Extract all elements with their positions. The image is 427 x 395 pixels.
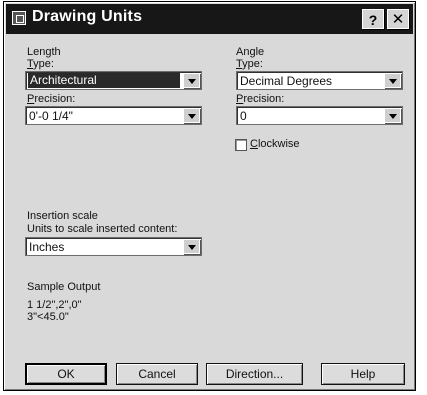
clockwise-checkbox[interactable] [235, 139, 247, 151]
length-precision-value: 0'-0 1/4" [29, 109, 73, 123]
length-type-label: Type: [27, 58, 54, 70]
length-group-label: Length [27, 46, 61, 58]
insertion-units-value: Inches [29, 240, 65, 254]
ok-button-label: OK [57, 367, 75, 381]
cancel-button[interactable]: Cancel [116, 363, 198, 385]
chevron-down-icon[interactable] [384, 73, 401, 88]
sample-output-line-2: 3"<45.0" [27, 311, 69, 323]
angle-precision-label: Precision: [236, 93, 285, 105]
insertion-prompt-label: Units to scale inserted content: [27, 223, 178, 235]
drawing-units-app-icon [12, 11, 26, 25]
clockwise-label[interactable]: Clockwise [250, 138, 300, 150]
length-type-dropdown[interactable]: Architectural [25, 71, 202, 90]
cancel-button-label: Cancel [138, 367, 176, 381]
angle-group-label: Angle [236, 46, 265, 58]
title-bar[interactable]: Drawing Units ? ✕ [6, 4, 413, 34]
length-precision-label: Precision: [27, 93, 76, 105]
dialog-title: Drawing Units [32, 8, 143, 25]
angle-type-value: Decimal Degrees [240, 74, 333, 88]
length-precision-dropdown[interactable]: 0'-0 1/4" [25, 106, 202, 125]
chevron-down-icon[interactable] [183, 73, 200, 88]
chevron-down-icon[interactable] [183, 108, 200, 123]
length-type-value: Architectural [28, 73, 180, 88]
chevron-down-icon[interactable] [384, 108, 401, 123]
sample-output-label: Sample Output [27, 281, 101, 293]
angle-precision-dropdown[interactable]: 0 [236, 106, 403, 125]
help-button[interactable]: Help [321, 363, 405, 385]
ok-button[interactable]: OK [25, 363, 107, 385]
insertion-units-dropdown[interactable]: Inches [25, 237, 202, 256]
direction-button-label: Direction... [225, 367, 284, 381]
sample-output-line-1: 1 1/2",2",0" [27, 299, 82, 311]
title-help-button[interactable]: ? [362, 9, 384, 29]
angle-type-dropdown[interactable]: Decimal Degrees [236, 71, 403, 90]
chevron-down-icon[interactable] [183, 239, 200, 254]
close-button[interactable]: ✕ [387, 9, 409, 29]
insertion-scale-label: Insertion scale [27, 210, 98, 222]
direction-button[interactable]: Direction... [206, 363, 303, 385]
angle-type-label: Type: [236, 58, 263, 70]
angle-precision-value: 0 [240, 109, 247, 123]
help-button-label: Help [350, 367, 376, 381]
drawing-units-dialog: Drawing Units ? ✕ Length Type: Architect… [3, 1, 416, 391]
